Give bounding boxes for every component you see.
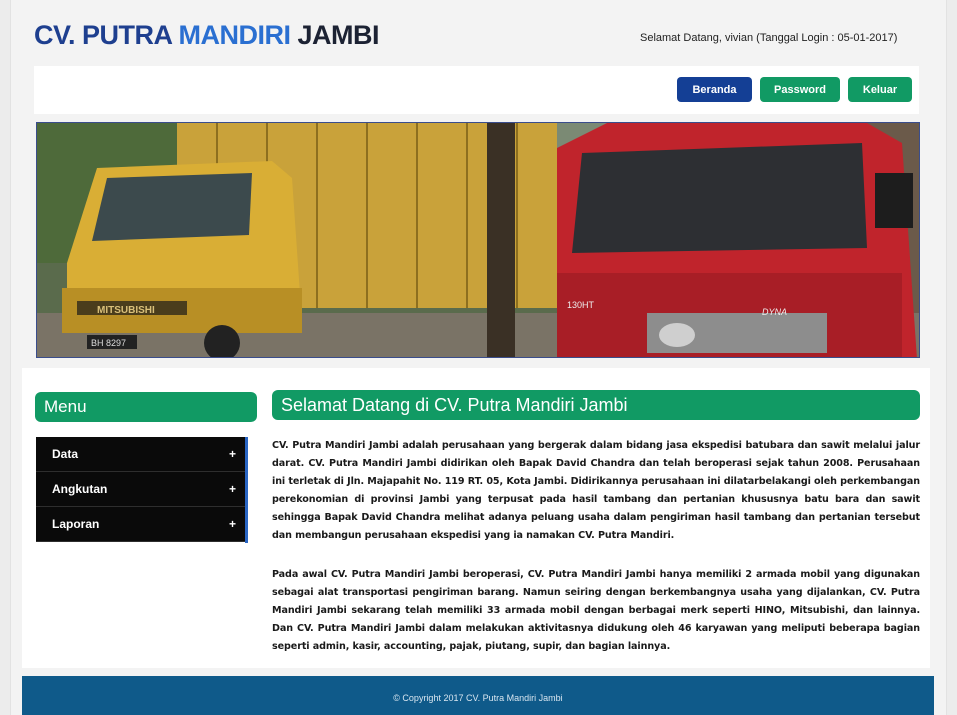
- page-title: Selamat Datang di CV. Putra Mandiri Jamb…: [272, 390, 920, 420]
- sidebar-item-label: Data: [52, 447, 79, 461]
- welcome-text: Selamat Datang, vivian (Tanggal Login : …: [640, 32, 898, 44]
- banner-plate-text: BH 8297: [91, 338, 126, 348]
- sidebar-menu: Data + Angkutan + Laporan +: [36, 437, 246, 542]
- trucks-photo: MITSUBISHI BH 8297 130HT DYNA: [37, 123, 919, 357]
- banner-model-text-1: 130HT: [567, 300, 595, 310]
- brand-text-1: CV. PUTRA: [34, 20, 179, 50]
- sidebar-item-laporan[interactable]: Laporan +: [36, 507, 246, 542]
- expand-plus-icon: +: [228, 447, 236, 461]
- password-button[interactable]: Password: [760, 77, 840, 102]
- expand-plus-icon: +: [228, 517, 236, 531]
- site-logo[interactable]: CV. PUTRA MANDIRI JAMBI: [34, 20, 380, 51]
- banner-image: MITSUBISHI BH 8297 130HT DYNA: [36, 122, 920, 358]
- banner-mitsubishi-text: MITSUBISHI: [97, 305, 155, 316]
- sidebar-item-label: Laporan: [52, 517, 100, 531]
- footer: © Copyright 2017 CV. Putra Mandiri Jambi: [22, 676, 934, 715]
- banner-model-text-2: DYNA: [762, 307, 787, 317]
- sidebar-item-angkutan[interactable]: Angkutan +: [36, 472, 246, 507]
- copyright-text: © Copyright 2017 CV. Putra Mandiri Jambi: [393, 693, 563, 703]
- sidebar-title: Menu: [35, 392, 257, 422]
- sidebar-item-label: Angkutan: [52, 482, 108, 496]
- history-paragraph: Pada awal CV. Putra Mandiri Jambi berope…: [272, 569, 920, 652]
- sidebar-accent-bar: [245, 437, 248, 543]
- navbar: Beranda Password Keluar: [34, 66, 919, 114]
- brand-text-2: MANDIRI: [178, 20, 292, 50]
- sidebar-item-data[interactable]: Data +: [36, 437, 246, 472]
- brand-text-3: JAMBI: [290, 20, 380, 50]
- expand-plus-icon: +: [228, 482, 236, 496]
- beranda-button[interactable]: Beranda: [677, 77, 752, 102]
- logout-button[interactable]: Keluar: [848, 77, 912, 102]
- intro-paragraph: CV. Putra Mandiri Jambi adalah perusahaa…: [272, 440, 920, 541]
